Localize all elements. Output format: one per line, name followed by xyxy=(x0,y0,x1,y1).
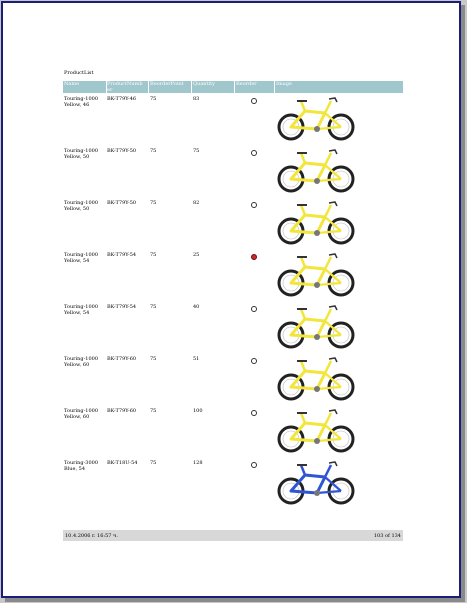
page-shadow-bottom xyxy=(5,598,465,602)
reorder-indicator xyxy=(251,254,257,260)
table-row: Touring-3000 Blue, 54 BK-T18U-54 75 128 xyxy=(63,460,403,513)
table-row: Touring-1000 Yellow, 54 BK-T79Y-54 75 40 xyxy=(63,304,403,357)
report-footer: 10.4.2006 r. 16:57 ч. 103 of 134 xyxy=(63,530,403,541)
cell-reorder-point: 75 xyxy=(150,252,157,258)
table-header: Name ProductNumb er ReorderPoint Quantit… xyxy=(63,81,403,93)
column-divider xyxy=(191,81,192,93)
reorder-indicator xyxy=(251,150,257,156)
bicycle-icon xyxy=(277,357,355,401)
bike-image xyxy=(275,405,359,457)
bicycle-icon xyxy=(277,461,355,505)
bicycle-icon xyxy=(277,305,355,349)
bike-image xyxy=(275,93,359,145)
cell-name: Touring-1000 Yellow, 50 xyxy=(64,148,99,160)
cell-name: Touring-3000 Blue, 54 xyxy=(64,460,99,472)
reorder-indicator xyxy=(251,306,257,312)
cell-reorder-point: 75 xyxy=(150,96,157,102)
cell-quantity: 75 xyxy=(193,148,200,154)
cell-product-number: BK-T79Y-54 xyxy=(107,252,137,258)
cell-reorder-point: 75 xyxy=(150,356,157,362)
cell-name: Touring-1000 Yellow, 60 xyxy=(64,408,99,420)
bicycle-icon xyxy=(277,201,355,245)
column-header-quantity[interactable]: Quantity xyxy=(193,81,233,88)
bike-image xyxy=(275,197,359,249)
cell-product-number: BK-T79Y-46 xyxy=(107,96,137,102)
bike-image xyxy=(275,145,359,197)
cell-product-number: BK-T79Y-54 xyxy=(107,304,137,310)
bicycle-icon xyxy=(277,409,355,453)
cell-name: Touring-1000 Yellow, 50 xyxy=(64,200,99,212)
bicycle-icon xyxy=(277,149,355,193)
cell-quantity: 83 xyxy=(193,96,200,102)
footer-page-number: 103 of 134 xyxy=(373,533,401,539)
cell-quantity: 51 xyxy=(193,356,200,362)
cell-reorder-point: 75 xyxy=(150,460,157,466)
cell-product-number: BK-T18U-54 xyxy=(107,460,138,466)
cell-quantity: 40 xyxy=(193,304,200,310)
bike-image xyxy=(275,249,359,301)
cell-reorder-point: 75 xyxy=(150,408,157,414)
table-row: Touring-1000 Yellow, 50 BK-T79Y-50 75 75 xyxy=(63,148,403,201)
cell-name: Touring-1000 Yellow, 54 xyxy=(64,252,99,264)
cell-quantity: 100 xyxy=(193,408,203,414)
bicycle-icon xyxy=(277,97,355,141)
cell-product-number: BK-T79Y-50 xyxy=(107,200,137,206)
footer-timestamp: 10.4.2006 r. 16:57 ч. xyxy=(65,533,118,539)
column-header-reorder[interactable]: Reorder xyxy=(236,81,274,88)
cell-quantity: 128 xyxy=(193,460,203,466)
reorder-indicator xyxy=(251,98,257,104)
reorder-indicator xyxy=(251,358,257,364)
table-row: Touring-1000 Yellow, 60 BK-T79Y-60 75 100 xyxy=(63,408,403,461)
column-header-name[interactable]: Name xyxy=(64,81,104,88)
column-header-image[interactable]: Image xyxy=(276,81,316,88)
bike-image xyxy=(275,457,359,509)
column-header-reorder-point[interactable]: ReorderPoint xyxy=(150,81,190,88)
cell-reorder-point: 75 xyxy=(150,304,157,310)
cell-product-number: BK-T79Y-60 xyxy=(107,356,137,362)
column-divider xyxy=(148,81,149,93)
cell-name: Touring-1000 Yellow, 60 xyxy=(64,356,99,368)
cell-name: Touring-1000 Yellow, 54 xyxy=(64,304,99,316)
cell-quantity: 25 xyxy=(193,252,200,258)
cell-reorder-point: 75 xyxy=(150,200,157,206)
cell-reorder-point: 75 xyxy=(150,148,157,154)
table-row: Touring-1000 Yellow, 60 BK-T79Y-60 75 51 xyxy=(63,356,403,409)
reorder-indicator xyxy=(251,202,257,208)
cell-product-number: BK-T79Y-50 xyxy=(107,148,137,154)
page-shadow-right xyxy=(461,5,465,601)
cell-product-number: BK-T79Y-60 xyxy=(107,408,137,414)
bike-image xyxy=(275,301,359,353)
column-header-product-number[interactable]: ProductNumb er xyxy=(107,81,147,93)
bike-image xyxy=(275,353,359,405)
table-row: Touring-1000 Yellow, 54 BK-T79Y-54 75 25 xyxy=(63,252,403,305)
reorder-indicator xyxy=(251,462,257,468)
table-row: Touring-1000 Yellow, 50 BK-T79Y-50 75 82 xyxy=(63,200,403,253)
column-divider xyxy=(274,81,275,93)
report-title: ProductList xyxy=(64,70,94,76)
bicycle-icon xyxy=(277,253,355,297)
cell-quantity: 82 xyxy=(193,200,200,206)
cell-name: Touring-1000 Yellow, 46 xyxy=(64,96,99,108)
reorder-indicator xyxy=(251,410,257,416)
table-row: Touring-1000 Yellow, 46 BK-T79Y-46 75 83 xyxy=(63,96,403,149)
column-divider xyxy=(234,81,235,93)
